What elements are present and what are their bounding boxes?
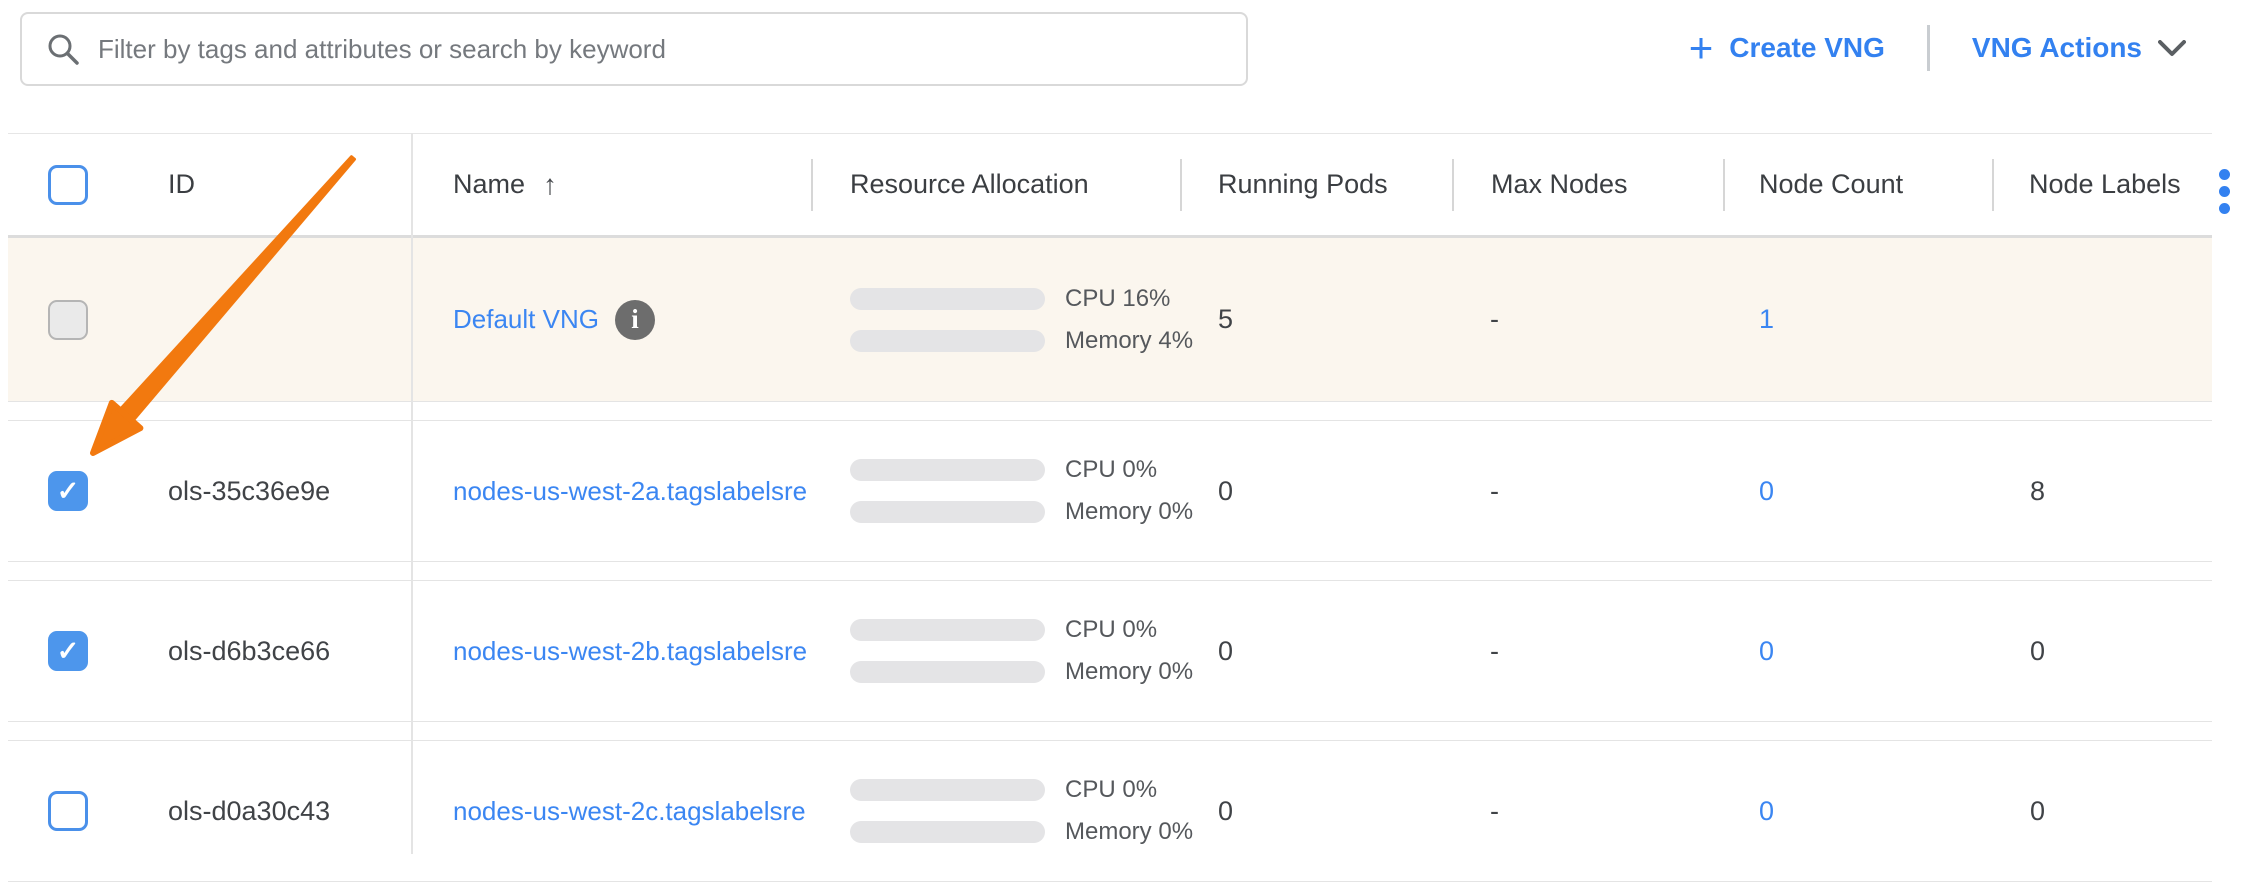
- memory-usage-bar: [850, 661, 1045, 683]
- sort-ascending-icon: ↑: [543, 169, 557, 201]
- column-header-id[interactable]: ID: [138, 134, 411, 235]
- column-header-name-label: Name: [453, 169, 525, 200]
- node-labels-value: [1992, 238, 2212, 401]
- vng-name-link[interactable]: nodes-us-west-2c.tagslabelsre: [453, 796, 806, 827]
- memory-usage-bar: [850, 330, 1045, 352]
- toolbar-actions: + Create VNG VNG Actions: [1689, 22, 2186, 74]
- vng-name-link[interactable]: Default VNG: [453, 304, 599, 335]
- table-header-row: ✓ ID Name ↑ Resource Allocation Running …: [8, 133, 2212, 238]
- table-row: ✓ Default VNG i CPU 16% Memory 4% 5 - 1: [8, 238, 2212, 402]
- vng-id: [138, 238, 411, 401]
- select-all-cell: ✓: [8, 134, 138, 235]
- row-checkbox[interactable]: ✓: [48, 471, 88, 511]
- check-icon: ✓: [57, 638, 80, 665]
- resource-allocation-cell: CPU 0% Memory 0%: [811, 421, 1180, 561]
- max-nodes-value: -: [1452, 421, 1723, 561]
- vng-id: ols-d6b3ce66: [138, 581, 411, 721]
- select-all-checkbox[interactable]: ✓: [48, 165, 88, 205]
- table-row: ✓ ols-d0a30c43 nodes-us-west-2c.tagslabe…: [8, 740, 2212, 882]
- filter-search-box[interactable]: [20, 12, 1248, 86]
- cpu-usage-bar: [850, 779, 1045, 801]
- column-header-max-nodes[interactable]: Max Nodes: [1452, 134, 1723, 235]
- running-pods-value: 0: [1180, 741, 1452, 881]
- pinned-column-divider: [411, 133, 413, 854]
- node-labels-value: 0: [1992, 741, 2212, 881]
- running-pods-value: 5: [1180, 238, 1452, 401]
- column-header-resource-allocation[interactable]: Resource Allocation: [811, 134, 1180, 235]
- node-count-link[interactable]: 0: [1759, 796, 1774, 827]
- info-icon[interactable]: i: [615, 300, 655, 340]
- column-header-running-pods[interactable]: Running Pods: [1180, 134, 1452, 235]
- vng-name-link[interactable]: nodes-us-west-2b.tagslabelsre: [453, 636, 807, 667]
- vng-table: ✓ ID Name ↑ Resource Allocation Running …: [0, 133, 2258, 854]
- node-count-link[interactable]: 0: [1759, 636, 1774, 667]
- table-row: ✓ ols-35c36e9e nodes-us-west-2a.tagslabe…: [8, 420, 2212, 562]
- cpu-usage-bar: [850, 288, 1045, 310]
- vng-actions-button[interactable]: VNG Actions: [1972, 32, 2186, 64]
- table-row: ✓ ols-d6b3ce66 nodes-us-west-2b.tagslabe…: [8, 580, 2212, 722]
- node-count-link[interactable]: 1: [1759, 304, 1774, 335]
- vng-id: ols-35c36e9e: [138, 421, 411, 561]
- column-header-node-labels[interactable]: Node Labels: [1992, 134, 2212, 235]
- search-icon: [46, 32, 80, 66]
- column-header-node-count[interactable]: Node Count: [1723, 134, 1992, 235]
- plus-icon: +: [1689, 27, 1714, 69]
- max-nodes-value: -: [1452, 581, 1723, 721]
- running-pods-value: 0: [1180, 421, 1452, 561]
- create-vng-label: Create VNG: [1729, 32, 1885, 64]
- memory-usage-bar: [850, 501, 1045, 523]
- memory-usage-bar: [850, 821, 1045, 843]
- cpu-usage-bar: [850, 619, 1045, 641]
- max-nodes-value: -: [1452, 741, 1723, 881]
- vng-actions-label: VNG Actions: [1972, 32, 2142, 64]
- resource-allocation-cell: CPU 0% Memory 0%: [811, 581, 1180, 721]
- chevron-down-icon: [2158, 40, 2186, 57]
- toolbar-divider: [1927, 25, 1930, 71]
- search-input[interactable]: [80, 34, 1246, 65]
- node-labels-value: 8: [1992, 421, 2212, 561]
- row-checkbox[interactable]: ✓: [48, 300, 88, 340]
- cpu-usage-bar: [850, 459, 1045, 481]
- column-header-name[interactable]: Name ↑: [411, 134, 811, 235]
- vng-name-link[interactable]: nodes-us-west-2a.tagslabelsre: [453, 476, 807, 507]
- node-count-link[interactable]: 0: [1759, 476, 1774, 507]
- row-checkbox[interactable]: ✓: [48, 791, 88, 831]
- resource-allocation-cell: CPU 16% Memory 4%: [811, 238, 1180, 401]
- resource-allocation-cell: CPU 0% Memory 0%: [811, 741, 1180, 881]
- vng-id: ols-d0a30c43: [138, 741, 411, 881]
- max-nodes-value: -: [1452, 238, 1723, 401]
- create-vng-button[interactable]: + Create VNG: [1689, 27, 1885, 69]
- check-icon: ✓: [57, 478, 80, 505]
- running-pods-value: 0: [1180, 581, 1452, 721]
- node-labels-value: 0: [1992, 581, 2212, 721]
- row-checkbox[interactable]: ✓: [48, 631, 88, 671]
- column-options-icon[interactable]: [2219, 169, 2233, 214]
